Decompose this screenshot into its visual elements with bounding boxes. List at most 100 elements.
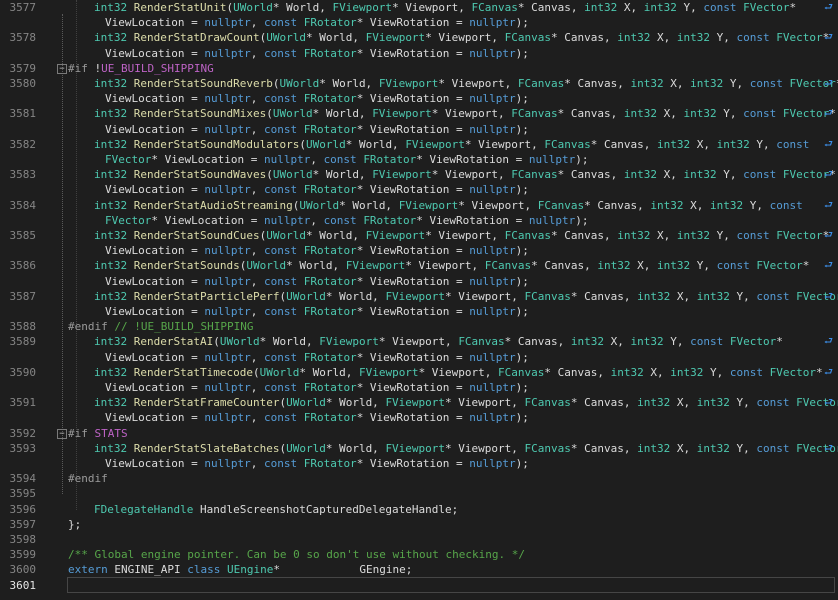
code-token: * ViewRotation = [356, 122, 470, 136]
code-token: RenderStatSoundWaves [133, 168, 267, 182]
code-token: * World, [299, 365, 359, 379]
code-token: * [789, 1, 797, 14]
code-line-wrapped[interactable]: ViewLocation = nullptr, const FRotator* … [0, 91, 838, 106]
code-token: * [816, 365, 823, 379]
code-line[interactable]: 3589 int32 RenderStatAI(UWorld* World, FV… [0, 334, 838, 349]
code-token: RenderStatFrameCounter [133, 396, 280, 410]
code-token: * [802, 259, 810, 273]
code-line[interactable]: 3591 int32 RenderStatFrameCounter(UWorld*… [0, 395, 838, 410]
code-token: int32 [710, 198, 744, 212]
code-text: ViewLocation = nullptr, const FRotator* … [105, 15, 529, 30]
code-line[interactable]: 3597}; [0, 517, 838, 532]
code-token: Y, [716, 107, 744, 121]
code-token: * ViewRotation = [356, 381, 470, 394]
code-token: FVector [769, 365, 816, 379]
code-line-wrapped[interactable]: ViewLocation = nullptr, const FRotator* … [0, 15, 838, 30]
code-token: * World, [312, 107, 373, 121]
code-token: * World, [272, 1, 333, 14]
code-line-wrapped[interactable]: ViewLocation = nullptr, const FRotator* … [0, 274, 838, 289]
code-token: class [187, 563, 221, 577]
code-line[interactable]: 3598 [0, 532, 838, 547]
code-text: int32 RenderStatUnit(UWorld* World, FVie… [94, 0, 796, 15]
code-token: X, [630, 259, 658, 273]
code-token: FRotator [303, 411, 357, 425]
code-token: int32 [696, 396, 730, 410]
code-line[interactable]: 3594 #endif [0, 471, 838, 486]
code-text: ViewLocation = nullptr, const FRotator* … [105, 46, 529, 61]
code-token: int32 [683, 107, 717, 121]
code-line[interactable]: 3592 − #if STATS [0, 426, 838, 441]
code-token: * Viewport, [445, 441, 525, 455]
code-line-wrapped[interactable]: FVector* ViewLocation = nullptr, const F… [0, 213, 838, 228]
code-line[interactable]: 3590 int32 RenderStatTimecode(UWorld* Wor… [0, 365, 838, 380]
code-line[interactable]: 3585 int32 RenderStatSoundCues(UWorld* Wo… [0, 228, 838, 243]
code-line[interactable]: 3583 int32 RenderStatSoundWaves(UWorld* W… [0, 167, 838, 182]
code-line-wrapped[interactable]: ViewLocation = nullptr, const FRotator* … [0, 243, 838, 258]
code-token: Y, [749, 137, 777, 151]
code-line-wrapped[interactable]: ViewLocation = nullptr, const FRotator* … [0, 456, 838, 471]
collapse-icon[interactable]: − [57, 63, 67, 74]
code-line-wrapped[interactable]: ViewLocation = nullptr, const FRotator* … [0, 182, 838, 197]
code-token: UWorld [299, 198, 340, 212]
code-line[interactable]: 3599 /** Global engine pointer. Can be 0 … [0, 547, 838, 562]
code-line[interactable]: 3577 int32 RenderStatUnit(UWorld* World, … [0, 0, 838, 15]
code-line[interactable]: 3582 int32 RenderStatSoundModulators(UWor… [0, 137, 838, 152]
code-token: }; [68, 517, 82, 531]
code-line-wrapped[interactable]: ViewLocation = nullptr, const FRotator* … [0, 380, 838, 395]
code-token: FVector [776, 31, 823, 45]
code-token: FViewport [385, 396, 446, 410]
word-wrap-icon: ⮐ [824, 230, 833, 241]
code-token: RenderStatSoundReverb [133, 77, 273, 90]
code-token: #endif [68, 320, 108, 334]
code-line[interactable]: 3595 [0, 486, 838, 501]
code-line-wrapped[interactable]: ViewLocation = nullptr, const FRotator* … [0, 46, 838, 61]
code-line[interactable]: 3593 int32 RenderStatSlateBatches(UWorld*… [0, 441, 838, 456]
code-line-wrapped[interactable]: ViewLocation = nullptr, const FRotator* … [0, 122, 838, 137]
code-line[interactable]: 3601 [0, 578, 838, 593]
code-line[interactable]: 3587 int32 RenderStatParticlePerf(UWorld*… [0, 289, 838, 304]
code-token: UEngine [226, 563, 274, 577]
code-token: const [263, 46, 298, 60]
code-token: FCanvas [498, 365, 545, 379]
code-line[interactable]: 3588 #endif // !UE_BUILD_SHIPPING [0, 319, 838, 334]
code-token: ( [266, 107, 273, 121]
code-text: ViewLocation = nullptr, const FRotator* … [105, 274, 529, 289]
line-number: 3581 [9, 107, 37, 121]
code-text: ViewLocation = nullptr, const FRotator* … [105, 456, 529, 471]
code-line[interactable]: 3578 int32 RenderStatDrawCount(UWorld* Wo… [0, 30, 838, 45]
code-line[interactable]: 3581 int32 RenderStatSoundMixes(UWorld* W… [0, 106, 838, 121]
code-token: , [310, 153, 324, 166]
code-token: UWorld [286, 289, 326, 303]
code-editor[interactable]: 3577 int32 RenderStatUnit(UWorld* World, … [0, 0, 838, 600]
code-token: nullptr [204, 381, 251, 394]
code-token: FVector [782, 168, 830, 182]
code-token: const [323, 213, 357, 227]
code-token: const [263, 16, 298, 30]
code-text: FDelegateHandle HandleScreenshotCaptured… [94, 502, 458, 517]
code-token: , [250, 457, 264, 470]
line-number: 3594 [9, 472, 37, 486]
code-text: #endif [68, 471, 108, 486]
code-token: FRotator [303, 274, 357, 288]
collapse-icon[interactable]: − [57, 428, 67, 439]
code-token: X, [650, 229, 677, 242]
code-line[interactable]: 3580 int32 RenderStatSoundReverb(UWorld* … [0, 76, 838, 91]
code-line[interactable]: 3600 extern ENGINE_API class UEngine* GEn… [0, 562, 838, 577]
code-token: ); [515, 122, 529, 136]
code-text: int32 RenderStatAudioStreaming(UWorld* W… [94, 198, 803, 213]
code-line[interactable]: 3586 int32 RenderStatSounds(UWorld* World… [0, 258, 838, 273]
code-line-wrapped[interactable]: ViewLocation = nullptr, const FRotator* … [0, 350, 838, 365]
code-token: int32 [637, 396, 671, 410]
code-token: nullptr [469, 92, 516, 106]
code-line-wrapped[interactable]: FVector* ViewLocation = nullptr, const F… [0, 152, 838, 167]
code-line[interactable]: 3579 − #if !UE_BUILD_SHIPPING [0, 61, 838, 76]
code-token: int32 [617, 31, 651, 45]
code-line[interactable]: 3584 int32 RenderStatAudioStreaming(UWorl… [0, 198, 838, 213]
code-line-wrapped[interactable]: ViewLocation = nullptr, const FRotator* … [0, 410, 838, 425]
word-wrap-icon: ⮐ [824, 169, 833, 181]
code-line-wrapped[interactable]: ViewLocation = nullptr, const FRotator* … [0, 304, 838, 319]
code-line[interactable]: 3596 FDelegateHandle HandleScreenshotCapt… [0, 502, 838, 517]
code-token: Y, [716, 168, 744, 182]
code-token: UWorld [286, 441, 326, 455]
